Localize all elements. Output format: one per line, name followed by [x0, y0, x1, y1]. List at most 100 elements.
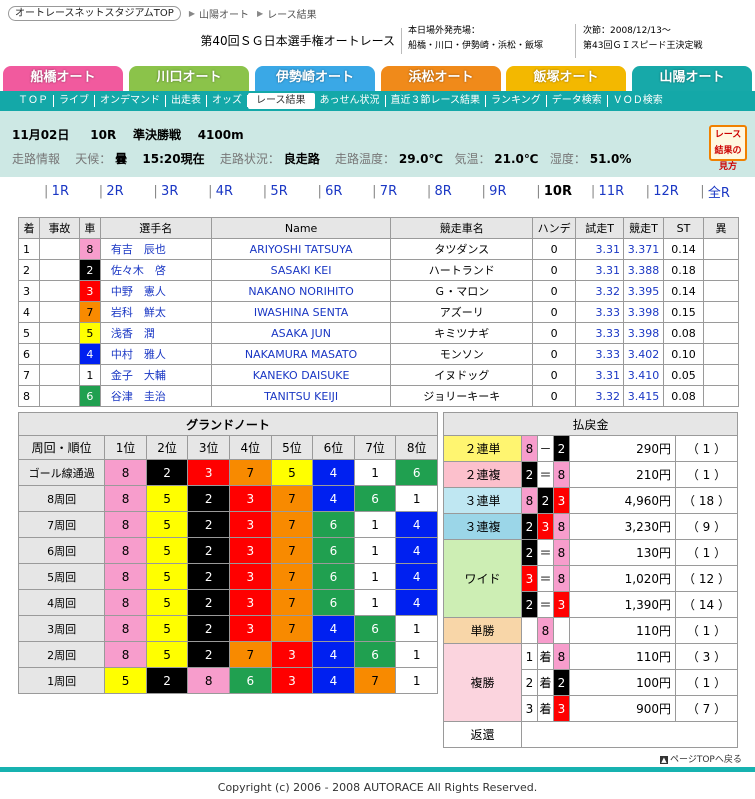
tab-hamamatsu[interactable]: 浜松オート	[381, 66, 501, 92]
car-number: 3	[187, 459, 231, 486]
race-number: 10R	[90, 128, 117, 142]
results-guide-button[interactable]: レース結果の見方	[709, 125, 747, 172]
race-link-6r[interactable]: 6R	[325, 184, 372, 199]
sep-mark: －	[537, 435, 554, 462]
race-link-7r[interactable]: 7R	[380, 184, 427, 199]
track-temp-label: 走路温度：	[335, 152, 396, 166]
rider-name-link[interactable]: 岩科 鮮太	[99, 301, 212, 323]
subnav-results[interactable]: レース結果	[248, 93, 315, 109]
race-link-2r[interactable]: 2R	[106, 184, 153, 199]
trial-time: 3.31	[575, 259, 625, 281]
payout-amount: 290円	[569, 435, 676, 462]
breadcrumb-top-link[interactable]: オートレースネットスタジアムTOP	[8, 6, 181, 21]
col-rank-3: 3位	[187, 435, 231, 460]
popularity: （ 1 ）	[675, 461, 738, 488]
subnav-top[interactable]: ＴＯＰ	[13, 95, 54, 107]
rider-name-link[interactable]: 有吉 辰也	[99, 238, 212, 260]
finish-pos: 8	[18, 385, 40, 407]
blank-cell	[521, 617, 538, 644]
handicap: 0	[532, 280, 577, 302]
up-arrow-icon: ▲	[660, 756, 668, 764]
payout-row-sanrentan: ３連単 8 2 3 4,960円 （ 18 ）	[443, 487, 738, 514]
rider-roman: TANITSU KEIJI	[210, 385, 392, 407]
rider-name-link[interactable]: 谷津 圭治	[99, 385, 212, 407]
car-number: 4	[395, 511, 438, 538]
rider-roman: KANEKO DAISUKE	[210, 364, 392, 386]
car-number: 2	[187, 485, 231, 512]
table-row: 2 2 佐々木 啓 SASAKI KEI ハートランド 0 3.31 3.388 0.18	[18, 259, 740, 281]
car-number: 5	[78, 322, 101, 344]
subnav-assignment[interactable]: あっせん状況	[315, 95, 386, 107]
subnav-entries[interactable]: 出走表	[166, 95, 207, 107]
race-link-3r[interactable]: 3R	[161, 184, 208, 199]
rider-roman: ASAKA JUN	[210, 322, 392, 344]
start-timing: 0.15	[663, 301, 704, 323]
car-number: 3	[553, 591, 570, 618]
race-link-11r[interactable]: 11R	[599, 184, 646, 199]
subnav-live[interactable]: ライブ	[54, 95, 95, 107]
subnav-vod-search[interactable]: ＶＯＤ検索	[608, 95, 668, 107]
table-row: 7 1 金子 大輔 KANEKO DAISUKE イヌドッグ 0 3.31 3.410 0.05	[18, 364, 740, 386]
weather-label: 天候：	[75, 152, 112, 166]
payout-amount: 130円	[569, 539, 676, 566]
accident	[38, 259, 80, 281]
race-nav-separator: |	[208, 184, 213, 199]
race-link-9r[interactable]: 9R	[489, 184, 536, 199]
col-rank-2: 2位	[145, 435, 189, 460]
col-race-time: 競走T	[623, 217, 665, 239]
race-link-5r[interactable]: 5R	[270, 184, 317, 199]
tab-sanyo[interactable]: 山陽オート	[632, 66, 752, 92]
tab-funabashi[interactable]: 船橋オート	[3, 66, 123, 92]
handicap: 0	[532, 364, 577, 386]
start-timing: 0.08	[663, 322, 704, 344]
race-link-8r[interactable]: 8R	[434, 184, 481, 199]
rider-name-link[interactable]: 中野 憲人	[99, 280, 212, 302]
car-number: 3	[229, 537, 272, 564]
car-number: 7	[270, 537, 314, 564]
race-distance: 4100m	[197, 128, 244, 142]
rider-name-link[interactable]: 佐々木 啓	[99, 259, 212, 281]
breadcrumb-venue-link[interactable]: 山陽オート	[199, 6, 249, 21]
car-number: 4	[312, 615, 355, 642]
header: オートレースネットスタジアムTOP ▶ 山陽オート ▶ レース結果 第40回ＳＧ…	[0, 0, 755, 62]
tab-iizuka[interactable]: 飯塚オート	[506, 66, 626, 92]
race-link-1r[interactable]: 1R	[52, 184, 99, 199]
rider-name-link[interactable]: 浅香 潤	[99, 322, 212, 344]
table-row: 4 7 岩科 鮮太 IWASHINA SENTA アズーリ 0 3.33 3.398 0.15	[18, 301, 740, 323]
page-top-link[interactable]: ▲ ページTOPへ戻る	[660, 752, 742, 765]
bike-name: キミツナギ	[390, 322, 534, 344]
popularity: （ 18 ）	[675, 487, 738, 514]
handicap: 0	[532, 385, 577, 407]
race-link-4r[interactable]: 4R	[216, 184, 263, 199]
car-number: 8	[521, 435, 538, 462]
car-number: 3	[229, 615, 272, 642]
payout-row-refund: 返還	[443, 721, 738, 748]
payout-row-sanrenfuku: ３連複 2 3 8 3,230円 （ 9 ）	[443, 513, 738, 540]
car-number: 6	[353, 615, 397, 642]
car-number: 2	[187, 589, 231, 616]
race-link-12r[interactable]: 12R	[653, 184, 700, 199]
rider-name-link[interactable]: 金子 大輔	[99, 364, 212, 386]
handicap: 0	[532, 259, 577, 281]
lap-label: 3周回	[17, 615, 106, 642]
payout-amount: 1,390円	[569, 591, 676, 618]
subnav-recent-results[interactable]: 直近３節レース結果	[386, 95, 486, 107]
col-rank-8: 8位	[395, 435, 438, 460]
subnav-ranking[interactable]: ランキング	[486, 95, 547, 107]
tab-kawaguchi[interactable]: 川口オート	[129, 66, 249, 92]
subnav-ondemand[interactable]: オンデマンド	[95, 95, 166, 107]
start-timing: 0.08	[663, 385, 704, 407]
car-number: 3	[553, 695, 570, 722]
accident	[38, 385, 80, 407]
tab-isesaki[interactable]: 伊勢崎オート	[255, 66, 375, 92]
breadcrumb-arrow-icon: ▶	[188, 9, 195, 18]
subnav-data-search[interactable]: データ検索	[547, 95, 608, 107]
bike-name: ハートランド	[390, 259, 534, 281]
humidity-label: 湿度：	[549, 152, 586, 166]
rider-name-link[interactable]: 中村 雅人	[99, 343, 212, 365]
offsite-list: 船橋・川口・伊勢崎・浜松・飯塚	[408, 41, 544, 51]
race-link-all[interactable]: 全R	[708, 182, 755, 201]
grand-note-row: 8周回 8 5 2 3 7 4 6 1	[17, 485, 438, 512]
subnav-odds[interactable]: オッズ	[207, 95, 248, 107]
start-timing: 0.14	[663, 238, 704, 260]
